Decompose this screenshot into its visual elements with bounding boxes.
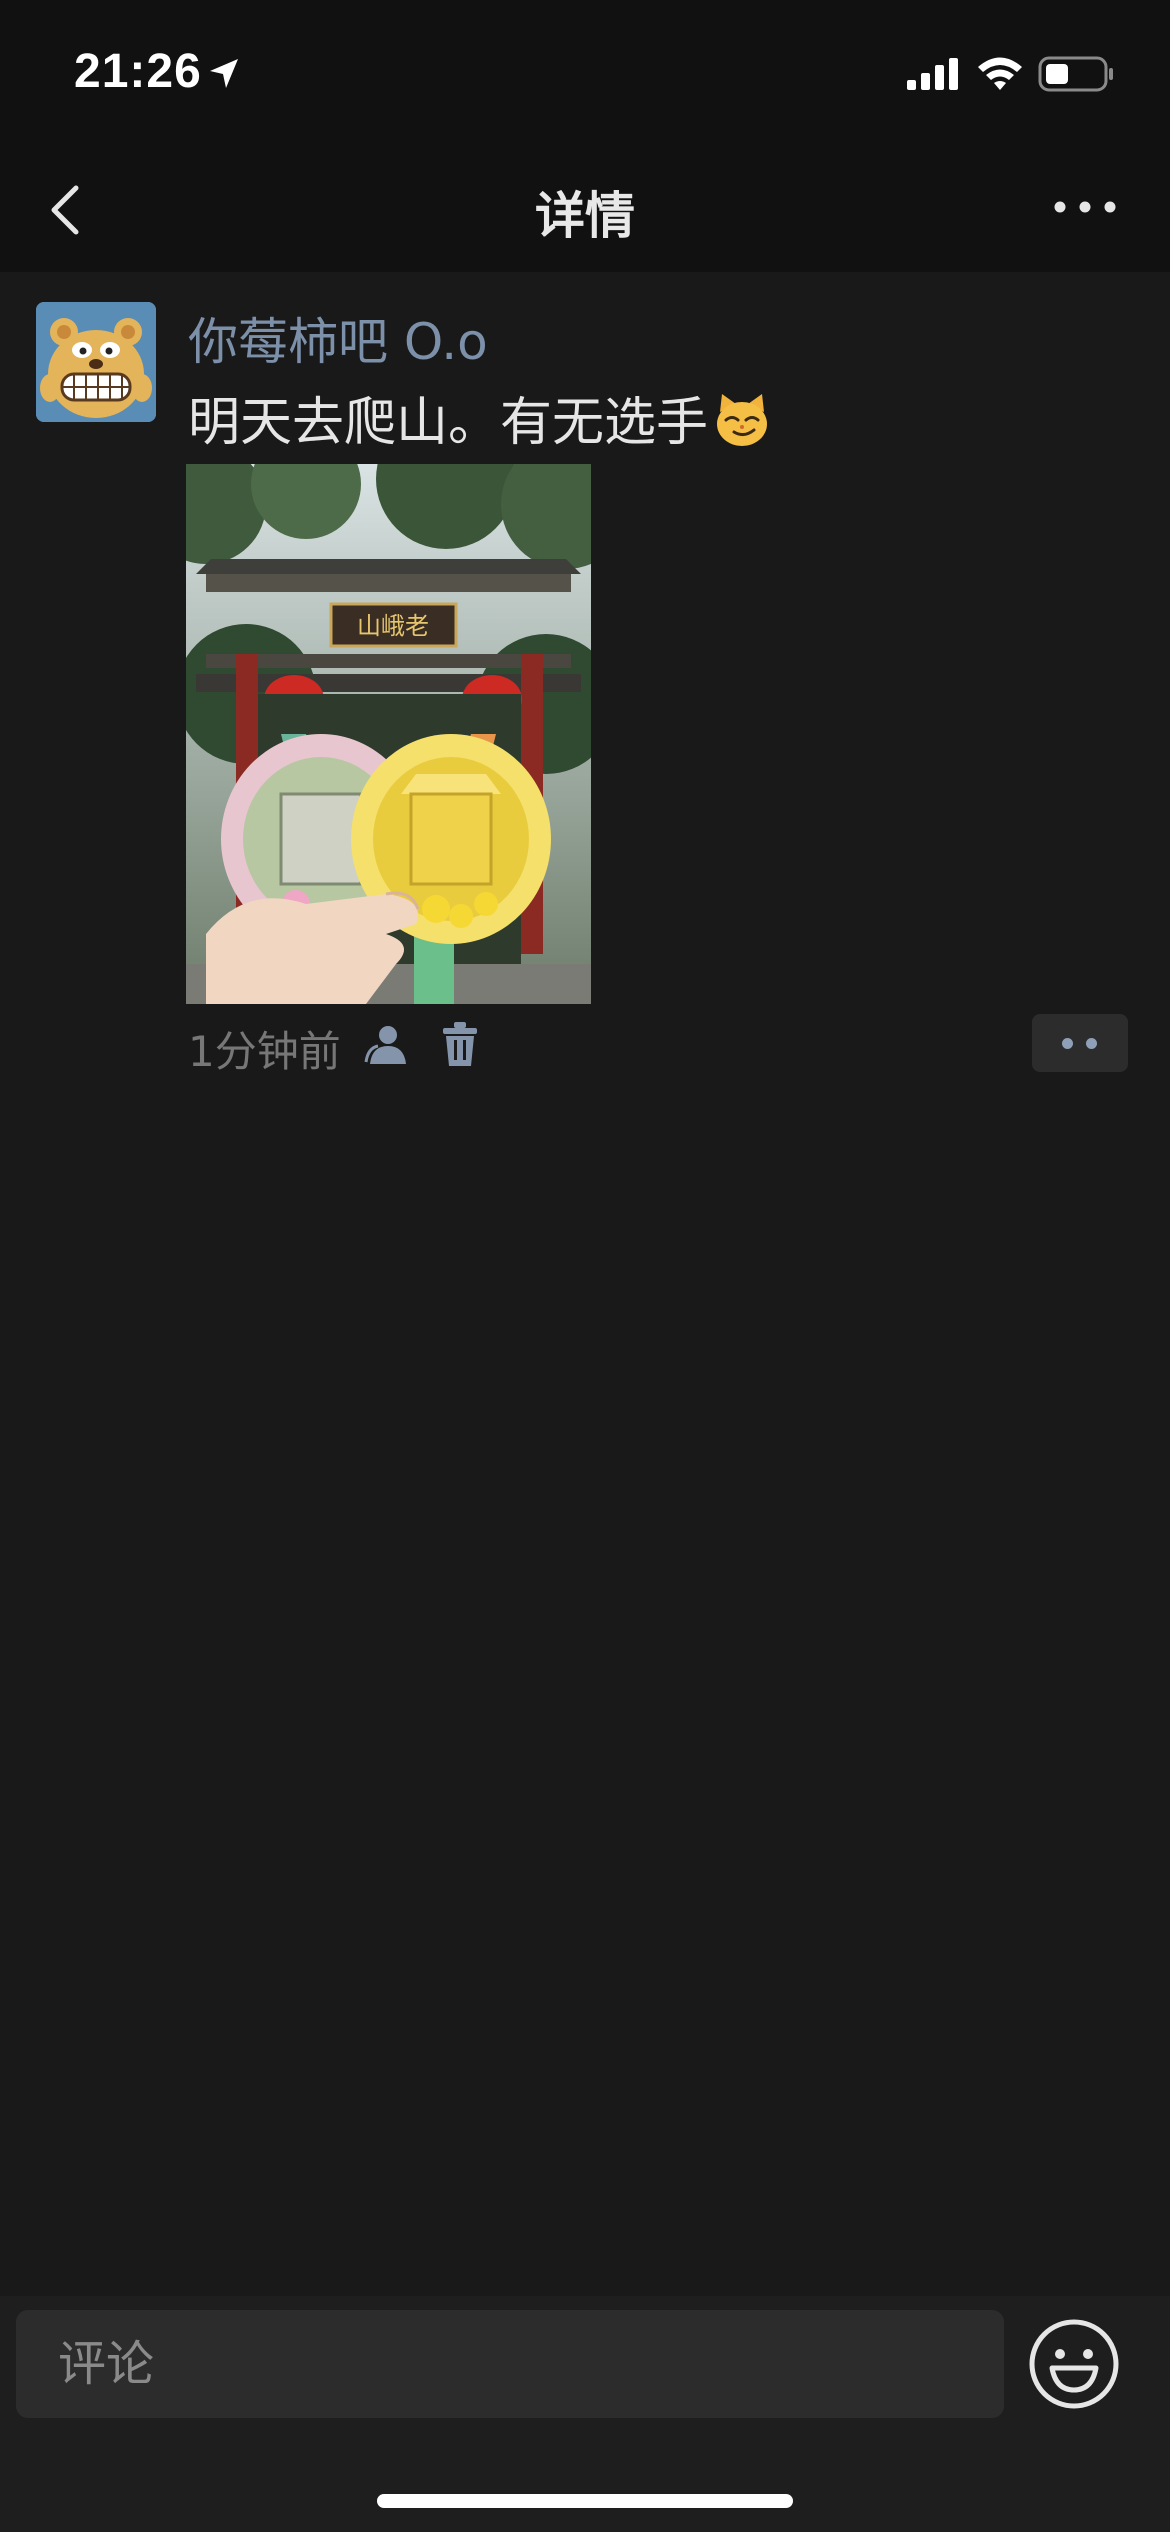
comment-like-action-button[interactable] xyxy=(1032,1014,1128,1072)
two-dots-icon xyxy=(1062,1038,1073,1049)
comment-bar xyxy=(0,2296,1170,2532)
privacy-person-icon[interactable] xyxy=(362,1022,408,1068)
navigation-bar: 详情 xyxy=(0,140,1170,272)
home-indicator xyxy=(377,2494,793,2508)
page-title: 详情 xyxy=(535,187,635,245)
cellular-signal-icon xyxy=(907,58,958,90)
two-dots-icon-dot xyxy=(1086,1038,1097,1049)
author-name[interactable]: 你莓柿吧 O.o xyxy=(188,302,488,374)
wifi-icon xyxy=(978,57,1022,90)
smiley-face-icon[interactable] xyxy=(1026,2316,1122,2412)
medal-photo-in-front-of-gate: 山峨老 xyxy=(186,464,591,1004)
status-time: 21:26 xyxy=(74,45,202,98)
post-text-content: 明天去爬山。有无选手 xyxy=(188,393,709,453)
cat-smirk-emoji xyxy=(717,394,768,446)
more-button[interactable] xyxy=(1050,192,1120,222)
avatar[interactable] xyxy=(36,302,156,422)
moment-detail-screen: 21:26 详情 你莓柿吧 O.o 明天去爬山。有无选手 山峨老 1分钟前 评论 xyxy=(0,0,1170,2532)
trash-icon[interactable] xyxy=(440,1020,480,1068)
avatar-cartoon-image xyxy=(36,302,156,422)
battery-icon xyxy=(1038,56,1113,92)
signboard-text: 山峨老 xyxy=(357,612,429,640)
location-arrow-icon xyxy=(210,59,238,88)
post-time: 1分钟前 xyxy=(188,1027,341,1076)
comment-input[interactable] xyxy=(16,2310,1004,2418)
post-text: 明天去爬山。有无选手 xyxy=(188,380,772,455)
post-image[interactable]: 山峨老 xyxy=(186,464,591,1004)
status-bar: 21:26 xyxy=(0,0,1170,140)
